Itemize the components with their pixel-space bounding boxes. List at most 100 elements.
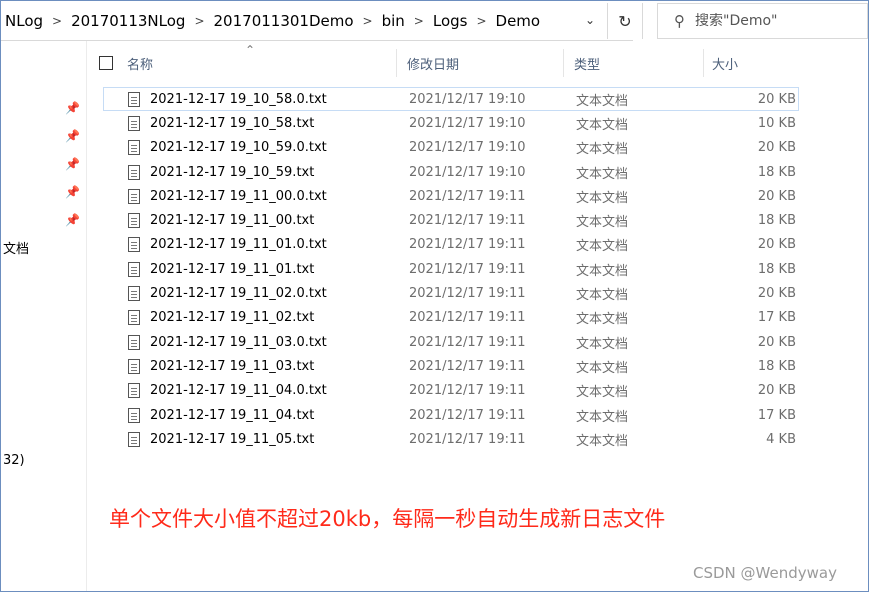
pin-icon[interactable]: 📌: [65, 101, 80, 115]
file-row[interactable]: 2021-12-17 19_11_02.0.txt 2021/12/17 19:…: [103, 281, 799, 305]
file-type: 文本文档: [576, 312, 629, 328]
breadcrumb-item-bin[interactable]: bin: [380, 12, 407, 30]
text-file-icon: [128, 188, 140, 204]
file-size: 20 KB: [757, 383, 796, 399]
text-file-icon: [128, 213, 140, 229]
file-row[interactable]: 2021-12-17 19_10_59.txt 2021/12/17 19:10…: [103, 160, 799, 184]
file-size: 18 KB: [757, 358, 796, 374]
file-name: 2021-12-17 19_10_58.txt: [150, 115, 315, 131]
column-header-size[interactable]: 大小: [704, 49, 797, 77]
column-header-date-label: 修改日期: [407, 57, 460, 73]
breadcrumb-item-demo[interactable]: Demo: [494, 12, 543, 30]
file-date: 2021/12/17 19:10: [409, 164, 526, 180]
breadcrumb-item-nlog[interactable]: NLog: [3, 12, 45, 30]
file-size: 17 KB: [757, 407, 796, 423]
file-row[interactable]: 2021-12-17 19_10_58.txt 2021/12/17 19:10…: [103, 111, 799, 135]
file-name: 2021-12-17 19_10_59.txt: [150, 164, 315, 180]
file-row[interactable]: 2021-12-17 19_11_01.0.txt 2021/12/17 19:…: [103, 233, 799, 257]
pin-icon[interactable]: 📌: [65, 129, 80, 143]
chevron-right-icon[interactable]: >: [469, 14, 493, 28]
file-size: 18 KB: [757, 261, 796, 277]
file-date: 2021/12/17 19:11: [409, 431, 526, 447]
file-type: 文本文档: [576, 288, 629, 304]
file-size: 20 KB: [757, 237, 796, 253]
navigation-pane[interactable]: 📌 📌 📌 📌 📌 文档 32): [1, 41, 87, 591]
breadcrumb: NLog > 20170113NLog > 2017011301Demo > b…: [1, 12, 542, 30]
column-header-name-label: 名称: [127, 57, 154, 73]
file-name: 2021-12-17 19_11_01.txt: [150, 261, 315, 277]
file-row[interactable]: 2021-12-17 19_11_02.txt 2021/12/17 19:11…: [103, 306, 799, 330]
watermark: CSDN @Wendyway: [693, 564, 837, 582]
file-date: 2021/12/17 19:11: [409, 310, 526, 326]
file-type: 文本文档: [576, 409, 629, 425]
file-date: 2021/12/17 19:11: [409, 358, 526, 374]
pin-icon[interactable]: 📌: [65, 213, 80, 227]
pin-icon[interactable]: 📌: [65, 185, 80, 199]
file-name: 2021-12-17 19_11_04.txt: [150, 407, 315, 423]
text-file-icon: [128, 407, 140, 423]
file-size: 10 KB: [757, 115, 796, 131]
file-date: 2021/12/17 19:10: [409, 91, 526, 107]
file-name: 2021-12-17 19_11_05.txt: [150, 431, 315, 447]
file-name: 2021-12-17 19_11_03.0.txt: [150, 334, 327, 350]
file-name: 2021-12-17 19_11_00.0.txt: [150, 188, 327, 204]
file-type: 文本文档: [576, 360, 629, 376]
text-file-icon: [128, 261, 140, 277]
file-row[interactable]: 2021-12-17 19_10_59.0.txt 2021/12/17 19:…: [103, 136, 799, 160]
file-size: 18 KB: [757, 213, 796, 229]
file-type: 文本文档: [576, 166, 629, 182]
text-file-icon: [128, 140, 140, 156]
search-box[interactable]: ⚲: [657, 3, 868, 39]
file-size: 20 KB: [757, 286, 796, 302]
nav-item-drive[interactable]: 32): [3, 453, 25, 468]
chevron-down-icon[interactable]: ⌄: [579, 9, 601, 31]
file-type: 文本文档: [576, 117, 629, 133]
file-row[interactable]: 2021-12-17 19_11_05.txt 2021/12/17 19:11…: [103, 427, 799, 451]
file-name: 2021-12-17 19_11_00.txt: [150, 213, 315, 229]
breadcrumb-item-20170113nlog[interactable]: 20170113NLog: [69, 12, 187, 30]
file-row[interactable]: 2021-12-17 19_11_04.txt 2021/12/17 19:11…: [103, 403, 799, 427]
breadcrumb-item-logs[interactable]: Logs: [431, 12, 470, 30]
text-file-icon: [128, 334, 140, 350]
breadcrumb-item-2017011301demo[interactable]: 2017011301Demo: [212, 12, 356, 30]
file-name: 2021-12-17 19_10_59.0.txt: [150, 140, 327, 156]
file-date: 2021/12/17 19:10: [409, 115, 526, 131]
file-row[interactable]: 2021-12-17 19_11_01.txt 2021/12/17 19:11…: [103, 257, 799, 281]
text-file-icon: [128, 358, 140, 374]
file-name: 2021-12-17 19_11_02.txt: [150, 310, 315, 326]
text-file-icon: [128, 115, 140, 131]
chevron-right-icon[interactable]: >: [45, 14, 69, 28]
text-file-icon: [128, 431, 140, 447]
file-row[interactable]: 2021-12-17 19_11_00.0.txt 2021/12/17 19:…: [103, 184, 799, 208]
column-header-type[interactable]: 类型: [564, 49, 704, 77]
file-date: 2021/12/17 19:11: [409, 213, 526, 229]
text-file-icon: [128, 164, 140, 180]
file-name: 2021-12-17 19_11_03.txt: [150, 358, 315, 374]
file-name: 2021-12-17 19_11_02.0.txt: [150, 286, 327, 302]
file-row[interactable]: 2021-12-17 19_11_03.0.txt 2021/12/17 19:…: [103, 330, 799, 354]
select-all-checkbox[interactable]: [99, 56, 113, 70]
file-size: 20 KB: [757, 91, 796, 107]
file-row[interactable]: 2021-12-17 19_11_00.txt 2021/12/17 19:11…: [103, 208, 799, 232]
pin-icon[interactable]: 📌: [65, 157, 80, 171]
chevron-right-icon[interactable]: >: [187, 14, 211, 28]
file-row[interactable]: 2021-12-17 19_11_04.0.txt 2021/12/17 19:…: [103, 379, 799, 403]
file-size: 20 KB: [757, 334, 796, 350]
file-type: 文本文档: [576, 336, 629, 352]
chevron-right-icon[interactable]: >: [407, 14, 431, 28]
file-date: 2021/12/17 19:11: [409, 334, 526, 350]
refresh-button[interactable]: ↻: [607, 3, 643, 39]
refresh-icon: ↻: [618, 11, 632, 31]
address-bar[interactable]: NLog > 20170113NLog > 2017011301Demo > b…: [1, 1, 633, 41]
file-row[interactable]: 2021-12-17 19_10_58.0.txt 2021/12/17 19:…: [103, 87, 799, 112]
search-input[interactable]: [695, 13, 845, 29]
file-type: 文本文档: [576, 263, 629, 279]
chevron-right-icon[interactable]: >: [356, 14, 380, 28]
column-header-name[interactable]: 名称: [87, 49, 397, 77]
nav-item-documents[interactable]: 文档: [3, 238, 29, 257]
file-row[interactable]: 2021-12-17 19_11_03.txt 2021/12/17 19:11…: [103, 354, 799, 378]
file-size: 4 KB: [766, 431, 796, 447]
file-type: 文本文档: [576, 239, 629, 255]
text-file-icon: [128, 286, 140, 302]
column-header-date[interactable]: 修改日期: [397, 49, 564, 77]
